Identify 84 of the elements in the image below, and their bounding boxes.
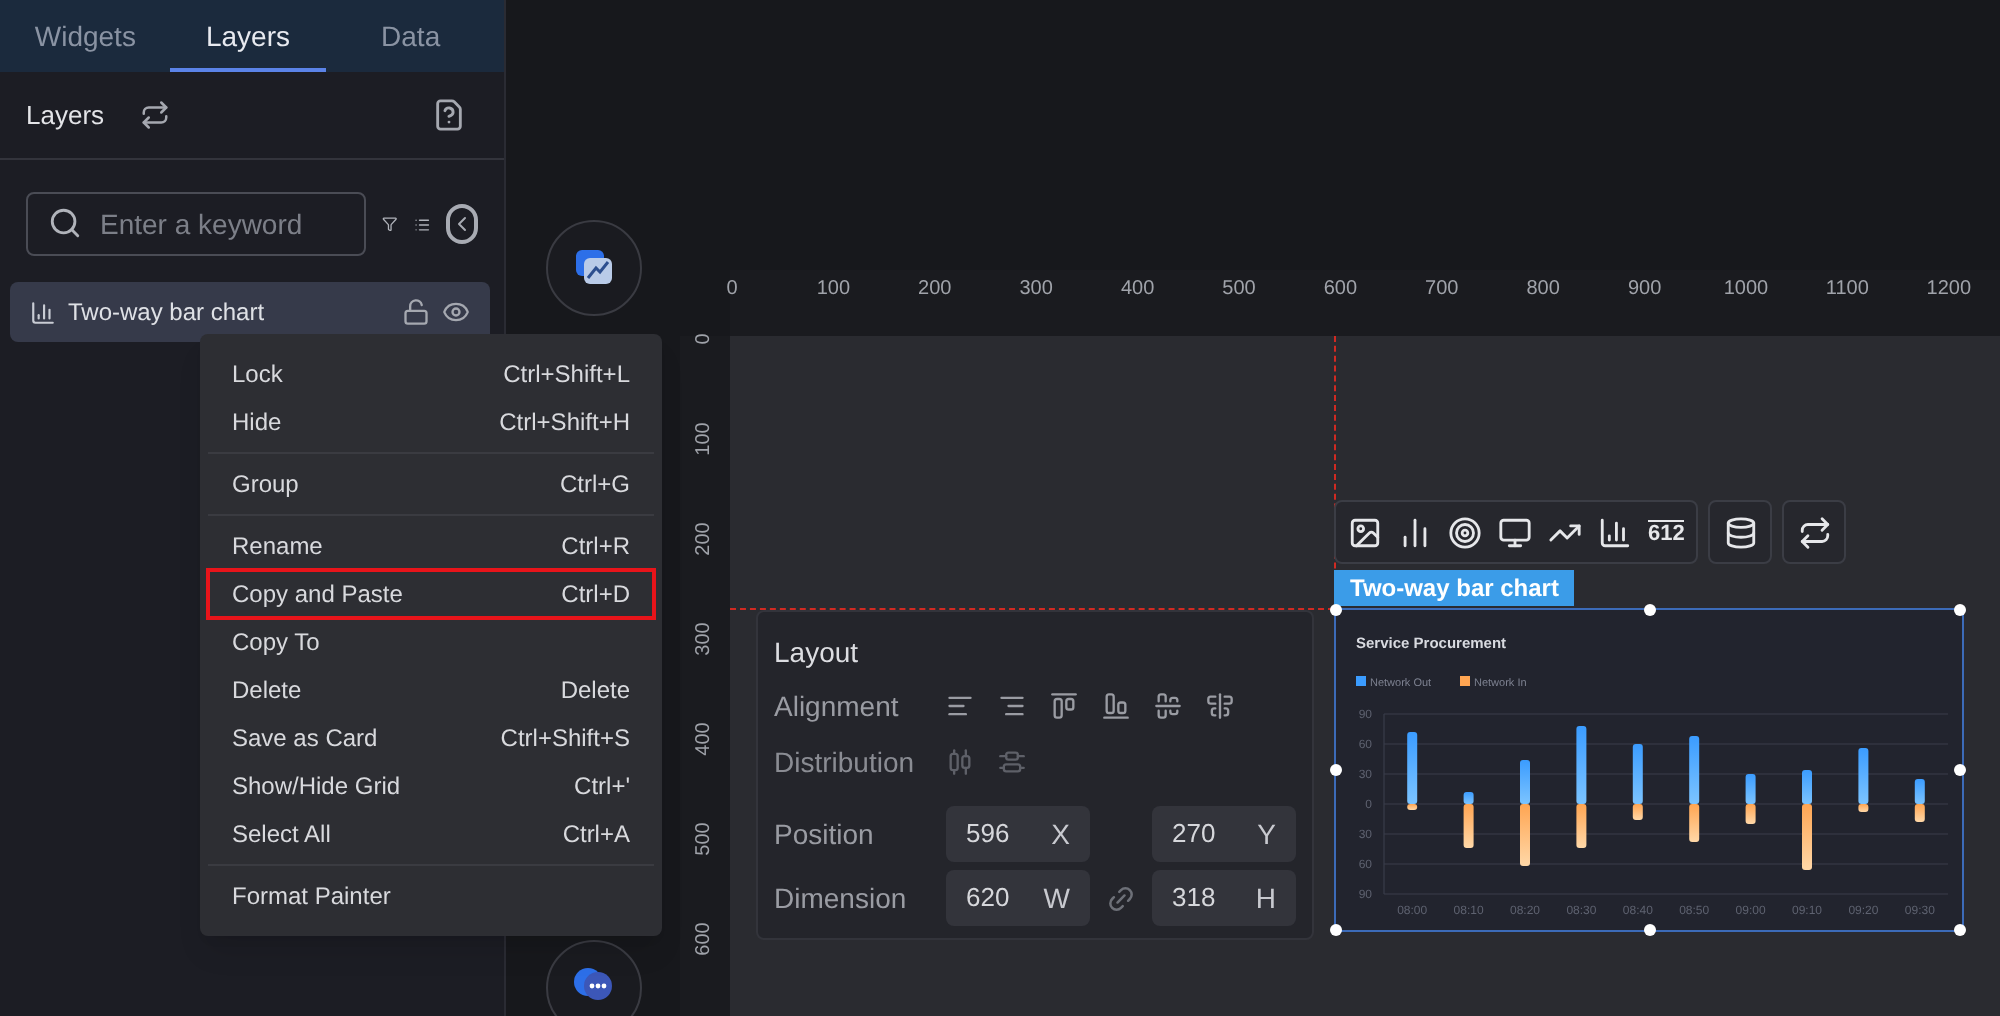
align-icon[interactable] xyxy=(1050,692,1078,720)
menu-item[interactable]: Group Ctrl+G xyxy=(208,460,654,508)
height-field[interactable]: 318 H xyxy=(1152,870,1296,926)
panel-title: Layers xyxy=(26,97,105,134)
ruler-label: 400 xyxy=(1120,276,1155,304)
ruler-label: 700 xyxy=(1425,276,1459,304)
ruler-label: 200 xyxy=(691,520,717,560)
distribute-icon[interactable] xyxy=(998,748,1026,776)
align-icon[interactable] xyxy=(998,692,1026,720)
resize-handle[interactable] xyxy=(1330,604,1342,616)
ruler-label: 900 xyxy=(1627,276,1662,304)
ruler-label: 800 xyxy=(1526,276,1560,304)
field-label: Position xyxy=(774,815,876,853)
align-icon[interactable] xyxy=(1206,692,1234,720)
layer-row[interactable]: Two-way bar chart xyxy=(10,282,490,342)
target-icon[interactable] xyxy=(1448,515,1482,549)
resize-handle[interactable] xyxy=(1644,924,1656,936)
ruler-label: 600 xyxy=(691,920,717,960)
search-field[interactable]: Enter a keyword xyxy=(26,192,366,256)
ruler-label: 600 xyxy=(1323,276,1358,304)
menu-item[interactable]: Rename Ctrl+R xyxy=(208,522,654,570)
bar-chart-icon[interactable] xyxy=(1598,515,1632,549)
ruler-label: 200 xyxy=(918,276,952,304)
position-y-field[interactable]: 270 Y xyxy=(1152,806,1296,862)
ruler-label: 400 xyxy=(691,720,717,760)
widget-label: Two-way bar chart xyxy=(1334,570,1575,606)
image-icon[interactable] xyxy=(1348,515,1382,549)
ruler-label: 1000 xyxy=(1723,276,1769,304)
field-label: Alignment xyxy=(774,687,901,726)
number-format-button[interactable]: 612 xyxy=(1648,519,1685,545)
menu-item[interactable]: Save as Card Ctrl+Shift+S xyxy=(208,714,654,762)
ruler-label: 100 xyxy=(816,276,851,304)
ruler-label: 500 xyxy=(1222,276,1256,304)
panel-title: Layout xyxy=(774,634,861,672)
ruler-label: 300 xyxy=(691,620,717,660)
bar-chart-icon[interactable] xyxy=(1398,515,1432,549)
ruler-label: 1100 xyxy=(1825,276,1869,304)
swap-button[interactable] xyxy=(1782,500,1847,564)
menu-item[interactable]: Select All Ctrl+A xyxy=(208,810,654,858)
ruler-label: 300 xyxy=(1019,276,1053,304)
menu-item[interactable]: Format Painter xyxy=(208,872,654,920)
menu-item[interactable]: Lock Ctrl+Shift+L xyxy=(208,350,654,398)
eye-icon[interactable] xyxy=(442,298,470,326)
collapse-button[interactable] xyxy=(446,204,478,244)
swap-icon xyxy=(1797,515,1832,549)
menu-item[interactable]: Hide Ctrl+Shift+H xyxy=(208,398,654,446)
layer-name: Two-way bar chart xyxy=(68,296,265,330)
more-icon xyxy=(572,966,616,1002)
distribute-icon[interactable] xyxy=(946,748,974,776)
width-field[interactable]: 620 W xyxy=(946,870,1090,926)
database-icon xyxy=(1723,515,1758,549)
swap-icon[interactable] xyxy=(140,100,171,130)
ruler-label: 1200 xyxy=(1926,276,1972,304)
panel-tab[interactable]: Widgets xyxy=(8,0,163,72)
data-source-button[interactable] xyxy=(1708,500,1773,564)
chart-layers-icon xyxy=(574,248,614,288)
monitor-icon[interactable] xyxy=(1498,515,1532,549)
ruler-label: 0 xyxy=(726,276,738,304)
menu-item[interactable]: Show/Hide Grid Ctrl+' xyxy=(208,762,654,810)
resize-handle[interactable] xyxy=(1330,924,1342,936)
help-document-icon[interactable] xyxy=(432,98,466,132)
align-icon[interactable] xyxy=(1154,692,1182,720)
ruler-label: 500 xyxy=(691,820,717,860)
search-icon xyxy=(48,206,82,240)
resize-handle[interactable] xyxy=(1954,764,1966,776)
align-icon[interactable] xyxy=(1102,692,1130,720)
bar-chart-icon xyxy=(30,299,56,325)
field-label: Dimension xyxy=(774,879,909,917)
menu-item[interactable]: Delete Delete xyxy=(208,666,654,714)
resize-handle[interactable] xyxy=(1954,924,1966,936)
menu-item[interactable]: Copy To xyxy=(208,618,654,666)
panel-tab[interactable]: Data xyxy=(333,0,488,72)
align-icon[interactable] xyxy=(946,692,974,720)
floating-button[interactable] xyxy=(546,220,642,316)
field-label: Distribution xyxy=(774,743,917,781)
menu-item[interactable]: Copy and Paste Ctrl+D xyxy=(208,570,654,618)
position-x-field[interactable]: 596 X xyxy=(946,806,1090,862)
ruler-label: 100 xyxy=(691,420,717,460)
panel-tab[interactable]: Layers xyxy=(170,0,326,72)
unlock-icon[interactable] xyxy=(402,298,430,326)
resize-handle[interactable] xyxy=(1330,764,1342,776)
resize-handle[interactable] xyxy=(1644,604,1656,616)
resize-handle[interactable] xyxy=(1954,604,1966,616)
ruler-label: 0 xyxy=(691,331,717,349)
